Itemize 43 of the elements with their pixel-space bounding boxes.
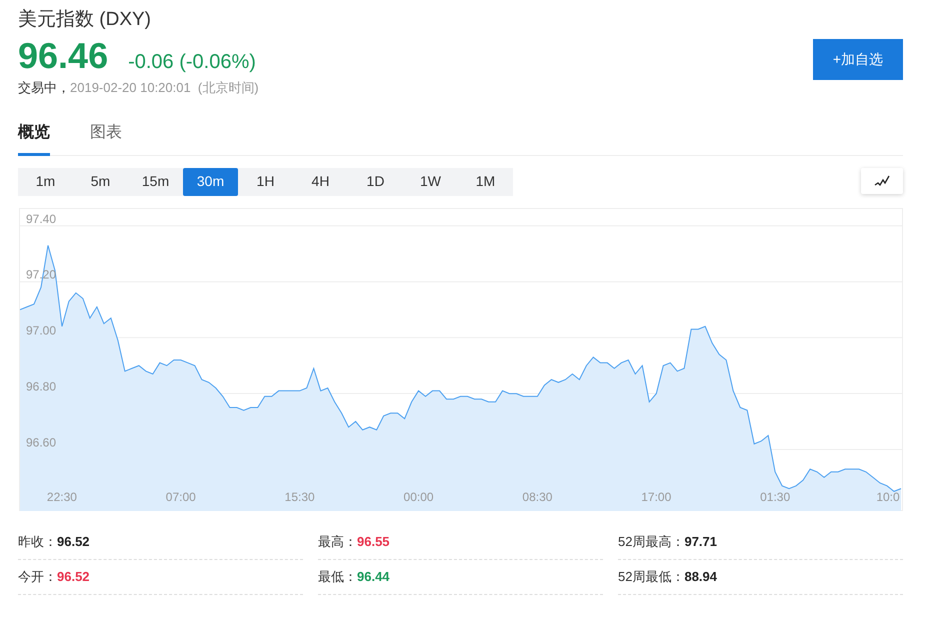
stat-label: 昨收： bbox=[18, 532, 57, 551]
axis-label: 97.40 bbox=[26, 211, 56, 226]
tab[interactable]: 概览 bbox=[18, 120, 50, 156]
price: 96.46 bbox=[18, 34, 108, 78]
axis-label: 96.80 bbox=[26, 379, 56, 394]
stat-label: 52周最低： bbox=[618, 568, 684, 586]
stat-value: 96.44 bbox=[357, 568, 390, 586]
axis-label: 00:00 bbox=[404, 490, 434, 504]
tab[interactable]: 图表 bbox=[90, 120, 122, 156]
stat-value: 96.52 bbox=[57, 568, 90, 586]
axis-label: 01:30 bbox=[760, 490, 790, 504]
price-change: -0.06 (-0.06%) bbox=[128, 50, 256, 75]
period-button[interactable]: 15m bbox=[128, 168, 183, 196]
period-button[interactable]: 1M bbox=[458, 168, 513, 196]
stat-value: 88.94 bbox=[684, 568, 718, 586]
axis-label: 15:30 bbox=[284, 490, 315, 504]
axis-label: 22:30 bbox=[46, 490, 77, 504]
timestamp: 2019-02-20 10:20:01 (北京时间) bbox=[70, 80, 259, 95]
axis-label: 10:0 bbox=[876, 490, 900, 504]
period-button[interactable]: 5m bbox=[73, 168, 128, 196]
line-chart-icon bbox=[874, 174, 890, 186]
stat-label: 今开： bbox=[18, 568, 57, 586]
stat-value: 97.71 bbox=[684, 532, 718, 551]
stat-value: 96.55 bbox=[357, 532, 390, 551]
period-button[interactable]: 30m bbox=[183, 168, 238, 196]
page-title: 美元指数 (DXY) bbox=[18, 8, 152, 32]
axis-label: 97.00 bbox=[26, 323, 56, 338]
axis-label: 07:00 bbox=[166, 490, 196, 504]
period-button[interactable]: 1D bbox=[348, 168, 403, 196]
chart-type-button[interactable] bbox=[861, 168, 903, 194]
axis-label: 17:00 bbox=[641, 490, 672, 504]
period-button[interactable]: 1m bbox=[18, 168, 73, 196]
period-button[interactable]: 4H bbox=[293, 168, 348, 196]
period-button[interactable]: 1W bbox=[403, 168, 458, 196]
trading-status: 交易中， bbox=[18, 80, 70, 95]
add-watchlist-button[interactable]: +加自选 bbox=[813, 39, 903, 80]
stat-label: 52周最高： bbox=[618, 532, 684, 551]
axis-label: 96.60 bbox=[26, 434, 56, 449]
period-button[interactable]: 1H bbox=[238, 168, 293, 196]
stat-label: 最高： bbox=[318, 532, 357, 551]
stat-label: 最低： bbox=[318, 568, 357, 586]
stat-value: 96.52 bbox=[57, 532, 90, 551]
axis-label: 08:30 bbox=[522, 490, 552, 504]
